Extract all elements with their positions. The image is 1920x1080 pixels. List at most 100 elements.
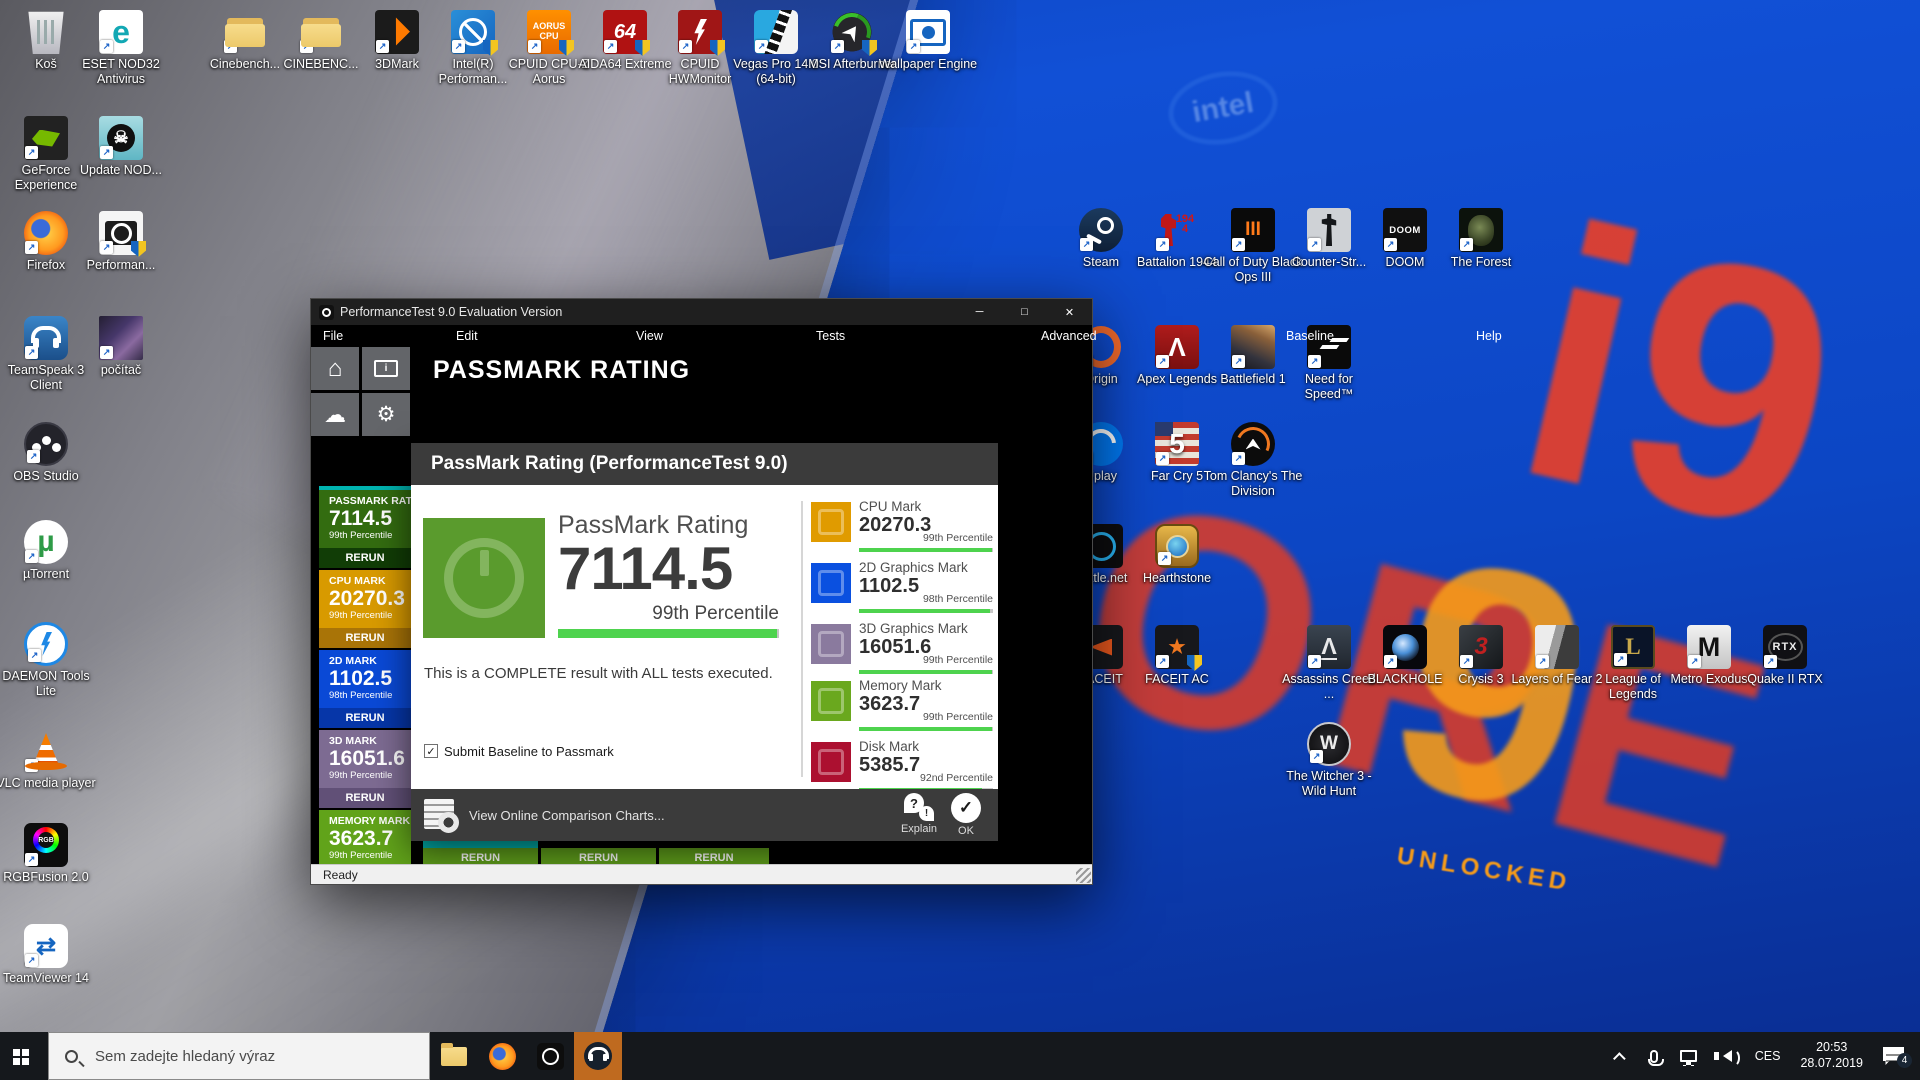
uac-shield-icon [1187, 655, 1202, 671]
taskbar-performancetest[interactable] [526, 1032, 574, 1080]
3d-mark-icon [811, 624, 851, 664]
start-button[interactable] [0, 1032, 48, 1080]
rerun-button[interactable]: RERUN [319, 708, 411, 728]
faceit-ac-icon [1155, 625, 1199, 669]
rgbfusion-icon [24, 823, 68, 867]
menu-edit[interactable]: Edit [456, 325, 478, 346]
taskbar-file-explorer[interactable] [430, 1032, 478, 1080]
mark-row-disk: Disk Mark 5385.7 92nd Percentile [811, 740, 993, 794]
tray-chevron-up-icon[interactable] [1613, 1052, 1626, 1065]
search-input[interactable] [49, 1033, 429, 1079]
shortcut-arrow-icon [1156, 452, 1169, 465]
desktop-icon-utorrent[interactable]: µTorrent [0, 520, 96, 582]
tray-time: 20:53 [1800, 1040, 1863, 1056]
vlc-icon [24, 729, 68, 773]
tile-2d-mark[interactable]: 2D MARK 1102.5 98th Percentile RERUN [319, 650, 411, 728]
tile-memory-mark[interactable]: MEMORY MARK 3623.7 99th Percentile RERUN [319, 810, 411, 864]
upload-baseline-button[interactable] [311, 393, 359, 436]
menu-view[interactable]: View [636, 325, 663, 346]
menu-help[interactable]: Help [1476, 325, 1502, 346]
window-content: i PASSMARK RATING PASSMARK RATING 7114.5… [311, 346, 1092, 864]
desktop-icon-performancetest[interactable]: Performan... [71, 211, 171, 273]
shortcut-arrow-icon [224, 40, 237, 53]
dialog-title: PassMark Rating (PerformanceTest 9.0) [431, 453, 788, 475]
explain-button[interactable]: Explain [897, 793, 941, 835]
dialog-footer: View Online Comparison Charts... Explain… [411, 789, 998, 841]
system-info-button[interactable]: i [362, 347, 410, 390]
counter-strike-icon [1307, 208, 1351, 252]
desktop-icon-pocitac[interactable]: počítač [71, 316, 171, 378]
microphone-icon[interactable] [1650, 1050, 1658, 1063]
hearthstone-icon [1155, 524, 1199, 568]
clock[interactable]: 20:53 28.07.2019 [1800, 1040, 1863, 1071]
desktop-icon-division[interactable]: Tom Clancy's The Division [1203, 422, 1303, 499]
rerun-button[interactable]: RERUN [659, 848, 769, 864]
witcher3-icon [1307, 722, 1351, 766]
desktop-icon-faceit-ac[interactable]: FACEIT AC [1127, 625, 1227, 687]
desktop-icon-wallpaper-engine[interactable]: Wallpaper Engine [878, 10, 978, 72]
menu-file[interactable]: File [323, 325, 343, 346]
desktop-icon-teamviewer[interactable]: TeamViewer 14 [0, 924, 96, 986]
performancetest-icon [537, 1043, 564, 1070]
rerun-button[interactable]: RERUN [541, 848, 656, 864]
taskbar-teamspeak-attention[interactable] [574, 1032, 622, 1080]
the-forest-icon [1459, 208, 1503, 252]
rerun-button[interactable]: RERUN [423, 848, 538, 864]
dialog-titlebar[interactable]: PassMark Rating (PerformanceTest 9.0) [411, 443, 998, 485]
uac-shield-icon [635, 40, 650, 56]
shortcut-arrow-icon [376, 40, 389, 53]
menu-tests[interactable]: Tests [816, 325, 845, 346]
resize-grip[interactable] [1076, 868, 1091, 883]
rerun-button[interactable]: RERUN [319, 628, 411, 648]
shortcut-arrow-icon [25, 759, 38, 772]
intel-performance-icon [451, 10, 495, 54]
rerun-button[interactable]: RERUN [319, 788, 411, 808]
desktop-icon-rgbfusion[interactable]: RGBFusion 2.0 [0, 823, 96, 885]
tile-passmark-rating[interactable]: PASSMARK RATING 7114.5 99th Percentile R… [319, 486, 411, 568]
window-titlebar[interactable]: PerformanceTest 9.0 Evaluation Version ─… [311, 299, 1092, 325]
shortcut-arrow-icon [679, 40, 692, 53]
speaker-icon[interactable] [1717, 1050, 1732, 1062]
performancetest-icon [99, 211, 143, 255]
menu-baseline[interactable]: Baseline [1286, 325, 1334, 346]
rerun-button[interactable]: RERUN [319, 548, 411, 568]
desktop-icon-update-nod[interactable]: Update NOD... [71, 116, 171, 178]
utorrent-icon [24, 520, 68, 564]
taskbar-search[interactable] [48, 1032, 430, 1080]
folder-icon [299, 10, 343, 54]
uac-shield-icon [710, 40, 725, 56]
maximize-button[interactable]: □ [1002, 299, 1047, 325]
obs-icon [24, 422, 68, 466]
language-indicator[interactable]: CES [1755, 1049, 1781, 1063]
desktop-icon-vlc[interactable]: VLC media player [0, 729, 96, 791]
home-button[interactable] [311, 347, 359, 390]
desktop-icon-hearthstone[interactable]: Hearthstone [1127, 524, 1227, 586]
explain-icon [904, 793, 934, 821]
assassins-creed-icon [1307, 625, 1351, 669]
comparison-charts-link[interactable]: View Online Comparison Charts... [469, 789, 665, 841]
desktop-icon-obs[interactable]: OBS Studio [0, 422, 96, 484]
teamspeak-headset-icon [584, 1042, 612, 1070]
settings-button[interactable] [362, 393, 410, 436]
close-button[interactable]: ✕ [1047, 299, 1092, 325]
shortcut-arrow-icon [1384, 655, 1397, 668]
taskbar-firefox[interactable] [478, 1032, 526, 1080]
desktop-icon-quake2rtx[interactable]: Quake II RTX [1735, 625, 1835, 687]
minimize-button[interactable]: ─ [957, 299, 1002, 325]
submit-baseline-checkbox[interactable] [424, 744, 438, 758]
desktop-icon-daemon[interactable]: DAEMON Tools Lite [0, 622, 96, 699]
desktop-icon-witcher3[interactable]: The Witcher 3 - Wild Hunt [1279, 722, 1379, 799]
tile-cpu-mark[interactable]: CPU MARK 20270.3 99th Percentile RERUN [319, 570, 411, 648]
desktop-icon-eset[interactable]: ESET NOD32 Antivirus [71, 10, 171, 87]
cpu-percentile-bar [859, 548, 993, 552]
cod-bo3-icon [1231, 208, 1275, 252]
shortcut-arrow-icon [1310, 750, 1323, 763]
desktop-icon-the-forest[interactable]: The Forest [1431, 208, 1531, 270]
tile-3d-mark[interactable]: 3D MARK 16051.6 99th Percentile RERUN [319, 730, 411, 808]
network-icon[interactable] [1680, 1050, 1697, 1062]
tray-date: 28.07.2019 [1800, 1056, 1863, 1072]
eset-icon [99, 10, 143, 54]
ok-button[interactable]: OK [944, 793, 988, 837]
performancetest-window: PerformanceTest 9.0 Evaluation Version ─… [310, 298, 1093, 885]
menu-advanced[interactable]: Advanced [1041, 325, 1097, 346]
